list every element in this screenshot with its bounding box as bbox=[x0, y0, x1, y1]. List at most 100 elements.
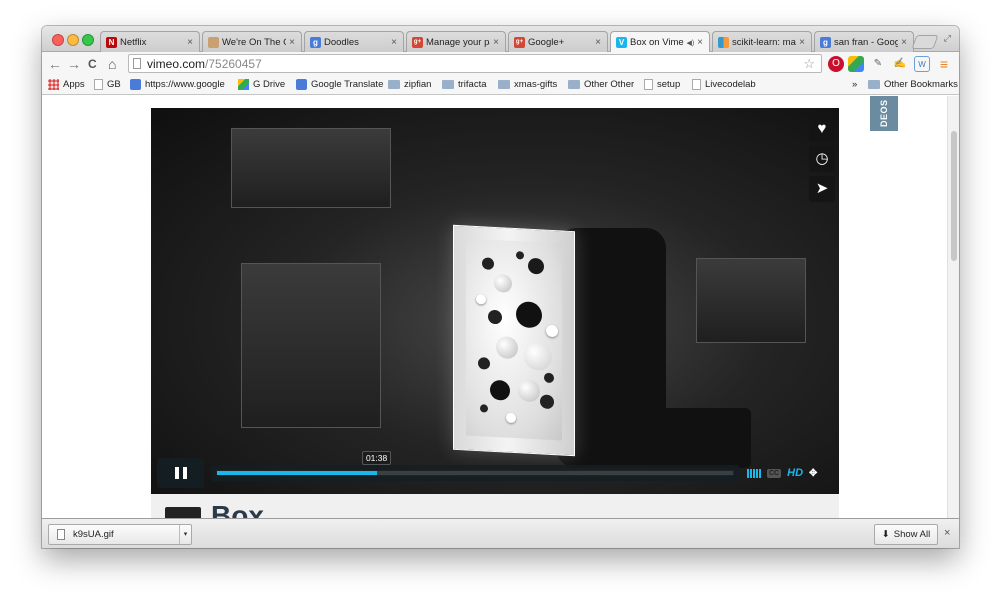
sphere bbox=[516, 301, 542, 329]
tab-netflix[interactable]: N Netflix × bbox=[100, 31, 200, 52]
sphere bbox=[540, 394, 554, 410]
videos-side-tab[interactable]: DEOS bbox=[870, 96, 898, 131]
back-icon[interactable]: ← bbox=[48, 56, 62, 72]
progress-track[interactable] bbox=[216, 470, 734, 476]
video-info: Box bbox=[151, 494, 839, 518]
folder-icon bbox=[568, 80, 580, 89]
apps-grid-icon bbox=[48, 79, 59, 90]
google-icon: g bbox=[820, 36, 831, 48]
translate-extension-icon[interactable]: ✎ bbox=[870, 56, 886, 72]
bookmark-setup[interactable]: setup bbox=[644, 79, 680, 90]
download-item[interactable]: k9sUA.gif ▾ bbox=[48, 524, 192, 545]
bookmarks-overflow-chevron[interactable]: » bbox=[852, 79, 857, 90]
close-tab-icon[interactable]: × bbox=[493, 37, 499, 48]
tab-doodles[interactable]: g Doodles × bbox=[304, 31, 404, 52]
close-tab-icon[interactable]: × bbox=[391, 37, 397, 48]
hd-button[interactable]: HD bbox=[787, 467, 803, 479]
google-plus-icon: g+ bbox=[412, 36, 423, 48]
volume-icon[interactable] bbox=[747, 468, 761, 478]
bookmark-folder-xmas-gifts[interactable]: xmas-gifts bbox=[498, 79, 557, 90]
close-tab-icon[interactable]: × bbox=[595, 37, 601, 48]
opera-extension-icon[interactable]: O bbox=[828, 56, 844, 72]
close-tab-icon[interactable]: × bbox=[901, 37, 907, 48]
tab-box-on-vimeo[interactable]: V Box on Vimeo ◀) × bbox=[610, 31, 710, 53]
progress-bar[interactable]: 01:38 bbox=[211, 451, 739, 481]
zoom-window-button[interactable] bbox=[82, 34, 94, 46]
watch-later-icon[interactable]: ◷ bbox=[809, 146, 835, 172]
minimize-window-button[interactable] bbox=[67, 34, 79, 46]
share-icon[interactable]: ➤ bbox=[809, 176, 835, 202]
tab-label: Doodles bbox=[324, 36, 359, 48]
browser-window: N Netflix × We're On The Go × g Doodles … bbox=[42, 26, 959, 548]
sphere bbox=[494, 273, 512, 293]
background-window bbox=[696, 258, 806, 343]
close-tab-icon[interactable]: × bbox=[289, 37, 295, 48]
tab-label: We're On The Go bbox=[222, 36, 286, 48]
netflix-icon: N bbox=[106, 36, 117, 48]
bookmark-other-bookmarks[interactable]: Other Bookmarks bbox=[868, 79, 958, 90]
close-window-button[interactable] bbox=[52, 34, 64, 46]
bookmark-folder-other-other[interactable]: Other Other bbox=[568, 79, 634, 90]
close-tab-icon[interactable]: × bbox=[697, 37, 703, 48]
google-plus-icon: g+ bbox=[514, 36, 525, 48]
google-icon: g bbox=[310, 36, 321, 48]
folder-icon bbox=[388, 80, 400, 89]
forward-icon[interactable]: → bbox=[67, 56, 81, 72]
reload-icon[interactable]: C bbox=[88, 57, 97, 71]
fullscreen-icon[interactable]: ✥ bbox=[809, 468, 817, 479]
close-tab-icon[interactable]: × bbox=[187, 37, 193, 48]
close-icon[interactable]: × bbox=[944, 527, 950, 539]
tab-were-on-the-go[interactable]: We're On The Go × bbox=[202, 31, 302, 52]
download-shelf: k9sUA.gif ▾ ⬇ Show All × bbox=[42, 518, 959, 548]
signature-extension-icon[interactable]: ✍ bbox=[892, 56, 908, 72]
drive-extension-icon[interactable] bbox=[848, 56, 864, 72]
projection-surface bbox=[466, 238, 562, 441]
video-player[interactable]: ♥ ◷ ➤ 01:38 CC HD ✥ bbox=[151, 108, 839, 494]
like-icon[interactable]: ♥ bbox=[809, 116, 835, 142]
sphere bbox=[496, 336, 518, 360]
address-bar[interactable]: vimeo.com/75260457 ☆ bbox=[128, 54, 822, 73]
sphere bbox=[546, 324, 558, 338]
bookmark-label: xmas-gifts bbox=[514, 79, 558, 90]
scrollbar-thumb[interactable] bbox=[951, 131, 957, 261]
sphere bbox=[506, 412, 516, 424]
pause-button[interactable] bbox=[157, 458, 204, 488]
vimeo-icon: V bbox=[616, 37, 627, 48]
sphere bbox=[490, 379, 510, 401]
show-all-downloads-button[interactable]: ⬇ Show All bbox=[874, 524, 938, 545]
chevron-down-icon[interactable]: ▾ bbox=[179, 525, 191, 544]
bookmark-folder-trifacta[interactable]: trifacta bbox=[442, 79, 487, 90]
tab-scikit-learn[interactable]: scikit-learn: mac × bbox=[712, 31, 812, 52]
captions-button[interactable]: CC bbox=[767, 468, 782, 478]
tab-google-plus[interactable]: g+ Google+ × bbox=[508, 31, 608, 52]
download-filename: k9sUA.gif bbox=[73, 529, 114, 540]
sphere bbox=[478, 357, 490, 370]
player-controls: 01:38 CC HD ✥ bbox=[157, 451, 833, 488]
translate-icon bbox=[296, 79, 307, 90]
bookmark-gb[interactable]: GB bbox=[94, 79, 121, 90]
bookmark-apps[interactable]: Apps bbox=[48, 79, 85, 90]
close-tab-icon[interactable]: × bbox=[799, 37, 805, 48]
tab-san-fran[interactable]: g san fran - Goog × bbox=[814, 31, 914, 52]
bookmark-livecodelab[interactable]: Livecodelab bbox=[692, 79, 756, 90]
bookmark-star-icon[interactable]: ☆ bbox=[803, 56, 815, 72]
tab-manage-your-page[interactable]: g+ Manage your pa × bbox=[406, 31, 506, 52]
file-icon bbox=[57, 529, 65, 540]
bookmark-icon bbox=[208, 36, 219, 48]
word-extension-icon[interactable]: W bbox=[914, 56, 930, 72]
background-window bbox=[231, 128, 391, 208]
home-icon[interactable]: ⌂ bbox=[108, 56, 116, 72]
fullscreen-icon[interactable]: ⤢ bbox=[944, 33, 951, 44]
bookmark-folder-zipfian[interactable]: zipfian bbox=[388, 79, 431, 90]
tab-label: Netflix bbox=[120, 36, 147, 48]
bookmark-google-url[interactable]: https://www.google bbox=[130, 79, 226, 90]
new-tab-button[interactable] bbox=[911, 35, 939, 49]
bookmark-g-drive[interactable]: G Drive bbox=[238, 79, 285, 90]
bookmark-google-translate[interactable]: Google Translate bbox=[296, 79, 383, 90]
menu-icon[interactable]: ≡ bbox=[936, 56, 952, 72]
scrollbar[interactable] bbox=[947, 96, 959, 518]
show-all-label: Show All bbox=[893, 529, 931, 540]
avatar[interactable] bbox=[165, 507, 201, 518]
sphere bbox=[544, 372, 554, 384]
url-path: /75260457 bbox=[205, 56, 262, 71]
